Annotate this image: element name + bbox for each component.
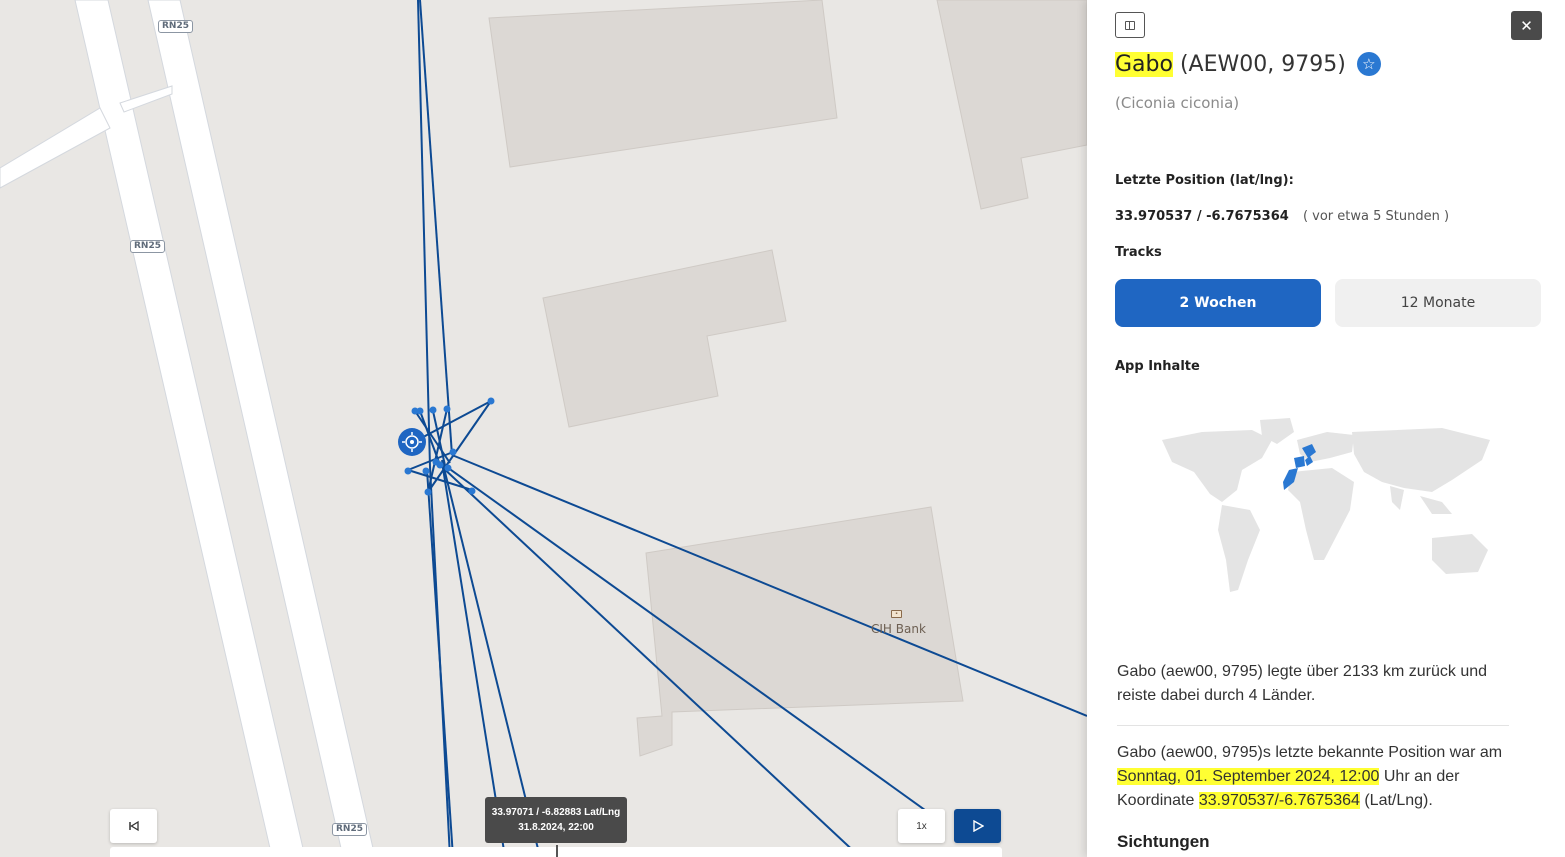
road-shield: RN25 [332, 823, 367, 836]
last-known-suffix: (Lat/Lng). [1359, 792, 1433, 809]
last-position-row: 33.970537 / -6.7675364 ( vor etwa 5 Stun… [1115, 209, 1449, 224]
rewind-button[interactable] [110, 809, 157, 843]
app-content-label: App Inhalte [1115, 359, 1200, 374]
animal-name: Gabo [1115, 52, 1173, 77]
last-position-label: Letzte Position (lat/lng): [1115, 173, 1294, 188]
bank-icon: ▪ [891, 610, 902, 618]
track-12-months-button[interactable]: 12 Monate [1335, 279, 1541, 327]
speed-label: 1x [916, 820, 927, 832]
page-title: Gabo (AEW00, 9795) ☆ [1115, 52, 1381, 77]
road-shield: RN25 [158, 20, 193, 33]
track-2-weeks-button[interactable]: 2 Wochen [1115, 279, 1321, 327]
last-known-prefix: Gabo (aew00, 9795)s letzte bekannte Posi… [1117, 744, 1503, 761]
summary-text: Gabo (aew00, 9795) legte über 2133 km zu… [1117, 663, 1488, 704]
play-icon [972, 820, 984, 832]
tooltip-coords: 33.97071 / -6.82883 Lat/Lng [491, 807, 621, 818]
divider [1117, 725, 1509, 726]
tooltip-date: 31.8.2024, 22:00 [518, 822, 594, 833]
play-button[interactable] [954, 809, 1001, 843]
map-view[interactable]: RN25 RN25 RN25 ▪ CIH Bank 33.97071 / -6.… [0, 0, 1087, 857]
skip-back-icon [128, 820, 139, 832]
timeline-handle[interactable] [556, 845, 558, 857]
last-known-coord: 33.970537/-6.7675364 [1198, 792, 1360, 809]
close-icon: ✕ [1520, 17, 1533, 35]
last-known-date: Sonntag, 01. September 2024, 12:00 [1117, 768, 1380, 785]
building [542, 249, 787, 428]
map-canvas [0, 0, 1087, 857]
current-position-marker [398, 428, 426, 456]
last-position-value: 33.970537 / -6.7675364 [1115, 209, 1289, 224]
animal-ids: (AEW00, 9795) [1179, 52, 1346, 77]
road [0, 107, 111, 189]
speed-button[interactable]: 1x [898, 809, 945, 843]
last-known-text: Gabo (aew00, 9795)s letzte bekannte Posi… [1117, 741, 1517, 813]
poi-label: CIH Bank [871, 622, 926, 636]
sightings-heading: Sichtungen [1117, 832, 1210, 851]
building [488, 0, 838, 168]
star-icon[interactable]: ☆ [1356, 52, 1381, 76]
animal-detail-panel: ✕ Gabo (AEW00, 9795) ☆ (Ciconia ciconia)… [1087, 0, 1565, 857]
world-map [1162, 418, 1490, 592]
close-button[interactable]: ✕ [1511, 11, 1542, 40]
sidebar-icon [1125, 20, 1135, 30]
last-position-ago: ( vor etwa 5 Stunden ) [1302, 209, 1450, 224]
continents [1162, 418, 1490, 592]
species-name: (Ciconia ciconia) [1115, 94, 1240, 112]
road-shield: RN25 [130, 240, 165, 253]
building [936, 0, 1087, 210]
panel-toggle-button[interactable] [1115, 12, 1145, 38]
tracks-label: Tracks [1115, 245, 1162, 260]
position-tooltip: 33.97071 / -6.82883 Lat/Lng 31.8.2024, 2… [485, 797, 627, 843]
